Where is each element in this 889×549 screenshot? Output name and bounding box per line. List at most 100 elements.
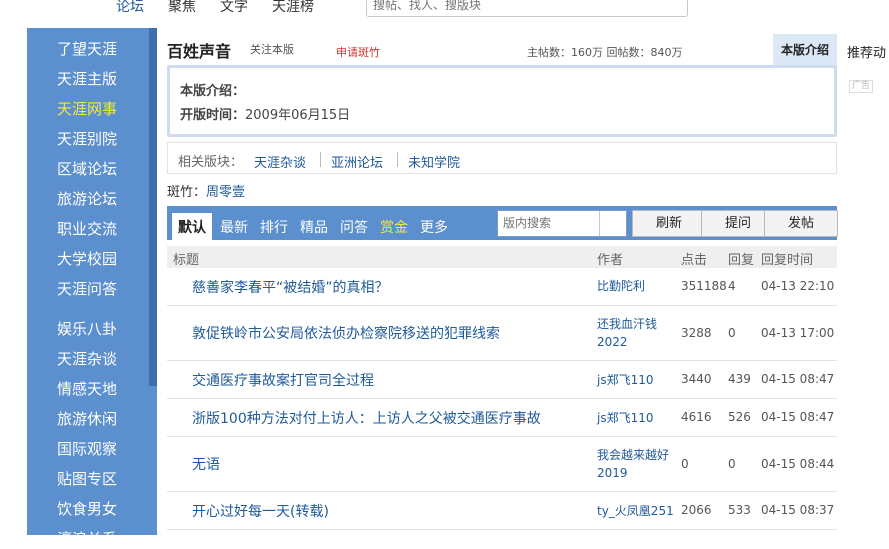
thread-author-link[interactable]: ty_火凤凰251 [597, 502, 677, 520]
nav-focus[interactable]: 聚焦 [168, 0, 196, 16]
divider [320, 152, 321, 167]
thread-toolbar: 默认 最新 排行 精品 问答 赏金 更多 刷新 提问 发帖 [167, 206, 838, 240]
divider [397, 152, 398, 167]
ad-badge: 广告 [849, 80, 874, 93]
sidebar-item-wangshi[interactable]: 天涯网事 [57, 98, 117, 119]
thread-replies: 0 [728, 326, 736, 340]
sidebar-item-gossip[interactable]: 娱乐八卦 [57, 318, 117, 339]
related-board-unknown-college[interactable]: 未知学院 [408, 152, 460, 171]
thread-replies: 439 [728, 372, 751, 386]
board-search-input[interactable] [503, 211, 599, 234]
sidebar-item-regional[interactable]: 区域论坛 [57, 158, 117, 179]
tab-bounty[interactable]: 赏金 [380, 217, 408, 237]
tab-qa[interactable]: 问答 [340, 217, 368, 237]
moderator-label: 斑竹： [167, 185, 207, 200]
table-row: 无语 我会越来越好2019 0 0 04-15 08:44 [167, 437, 837, 492]
sidebar-item-main[interactable]: 天涯主版 [57, 68, 117, 89]
sidebar-item-zatan[interactable]: 天涯杂谈 [57, 348, 117, 369]
thread-title-link[interactable]: 交通医疗事故案打官司全过程 [192, 370, 374, 390]
thread-replies: 4 [728, 279, 736, 293]
thread-title-link[interactable]: 敦促铁岭市公安局依法侦办检察院移送的犯罪线索 [192, 323, 500, 343]
nav-text[interactable]: 文字 [220, 0, 248, 16]
table-row: 交通医疗事故案打官司全过程 js郑飞110 3440 439 04-15 08:… [167, 361, 837, 399]
thread-author-link[interactable]: 还我血汗钱2022 [597, 315, 677, 351]
board-search-box [497, 210, 627, 237]
thread-title-link[interactable]: 开心过好每一天(转载) [192, 501, 329, 521]
thread-reply-time: 04-15 08:47 [761, 410, 835, 424]
sidebar-item-emotion[interactable]: 情感天地 [57, 378, 117, 399]
thread-clicks: 2066 [681, 503, 712, 517]
moderator-name-link[interactable]: 周零壹 [206, 185, 245, 200]
follow-board-link[interactable]: 关注本版 [250, 41, 294, 57]
thread-author-link[interactable]: 我会越来越好2019 [597, 446, 677, 482]
thread-replies: 533 [728, 503, 751, 517]
sidebar-item-career[interactable]: 职业交流 [57, 218, 117, 239]
sidebar-scrollbar[interactable] [149, 28, 157, 386]
thread-author-link[interactable]: 比勤陀利 [597, 277, 677, 295]
col-title: 标题 [173, 253, 200, 268]
thread-author-link[interactable]: js郑飞110 [597, 371, 677, 389]
page-title: 百姓声音 [167, 42, 232, 61]
recommend-heading: 推荐动 [847, 46, 887, 61]
thread-reply-time: 04-15 08:44 [761, 457, 835, 471]
tab-ranking[interactable]: 排行 [260, 217, 288, 237]
intro-label: 本版介绍： [180, 84, 246, 99]
table-row: 浙版100种方法对付上访人：上访人之父被交通医疗事故 js郑飞110 4616 … [167, 399, 837, 437]
tab-latest[interactable]: 最新 [220, 217, 248, 237]
sidebar-item-pictures[interactable]: 贴图专区 [57, 468, 117, 489]
related-label: 相关版块： [178, 155, 244, 170]
top-search-input[interactable] [373, 0, 673, 14]
table-row: 开心过好每一天(转载) ty_火凤凰251 2066 533 04-15 08:… [167, 492, 837, 530]
related-board-zatan[interactable]: 天涯杂谈 [254, 152, 306, 171]
tab-featured[interactable]: 精品 [300, 217, 328, 237]
sidebar-item-bieyuan[interactable]: 天涯别院 [57, 128, 117, 149]
thread-title-link[interactable]: 慈善家李春平“被结婚”的真相？ [192, 277, 389, 297]
table-row: 慈善家李春平“被结婚”的真相？ 比勤陀利 351188 4 04-13 22:1… [167, 268, 837, 306]
top-search-box [366, 0, 688, 17]
top-nav: 论坛 聚焦 文字 天涯榜 [0, 0, 889, 20]
sidebar-item-liaowang[interactable]: 了望天涯 [57, 38, 117, 59]
refresh-button[interactable]: 刷新 [632, 210, 706, 237]
col-replies: 回复 [728, 253, 755, 268]
col-reply-time: 回复时间 [761, 253, 814, 268]
sidebar-item-international[interactable]: 国际观察 [57, 438, 117, 459]
opened-date: 2009年06月15日 [245, 108, 351, 123]
board-stats: 主帖数：160万 回帖数：840万 [527, 46, 683, 59]
thread-title-link[interactable]: 浙版100种方法对付上访人：上访人之父被交通医疗事故 [192, 408, 541, 428]
thread-title-link[interactable]: 无语 [192, 454, 220, 474]
tab-more[interactable]: 更多 [420, 217, 448, 237]
thread-reply-time: 04-13 17:00 [761, 326, 835, 340]
sidebar: 了望天涯 天涯主版 天涯网事 天涯别院 区域论坛 旅游论坛 职业交流 大学校园 … [27, 28, 157, 548]
moderator-line: 斑竹：周零壹 [167, 181, 245, 200]
sidebar-item-relations[interactable]: 濠浪关系 [57, 528, 117, 549]
sidebar-item-travel-forum[interactable]: 旅游论坛 [57, 188, 117, 209]
thread-reply-time: 04-15 08:37 [761, 503, 835, 517]
thread-table-header: 标题 作者 点击 回复 回复时间 [167, 246, 837, 268]
thread-clicks: 3440 [681, 372, 712, 386]
thread-replies: 526 [728, 410, 751, 424]
opened-label: 开版时间： [180, 108, 246, 123]
thread-clicks: 351188 [681, 279, 727, 293]
thread-reply-time: 04-13 22:10 [761, 279, 835, 293]
thread-author-link[interactable]: js郑飞110 [597, 409, 677, 427]
search-divider [599, 211, 600, 236]
thread-reply-time: 04-15 08:47 [761, 372, 835, 386]
col-author: 作者 [597, 253, 624, 268]
opened-date-line: 开版时间：2009年06月15日 [180, 104, 350, 123]
tab-default[interactable]: 默认 [172, 213, 212, 240]
tab-board-intro[interactable]: 本版介绍 [773, 34, 837, 66]
sidebar-item-qa[interactable]: 天涯问答 [57, 278, 117, 299]
sidebar-item-leisure[interactable]: 旅游休闲 [57, 408, 117, 429]
related-board-asia[interactable]: 亚洲论坛 [331, 152, 383, 171]
sidebar-item-campus[interactable]: 大学校园 [57, 248, 117, 269]
board-intro-panel: 本版介绍： 开版时间：2009年06月15日 [167, 65, 837, 137]
apply-moderator-link[interactable]: 申请斑竹 [336, 44, 380, 60]
nav-ranking[interactable]: 天涯榜 [272, 0, 314, 16]
nav-forum[interactable]: 论坛 [116, 0, 144, 16]
thread-clicks: 3288 [681, 326, 712, 340]
thread-replies: 0 [728, 457, 736, 471]
col-clicks: 点击 [681, 253, 708, 268]
post-button[interactable]: 发帖 [764, 210, 838, 237]
table-row: 敦促铁岭市公安局依法侦办检察院移送的犯罪线索 还我血汗钱2022 3288 0 … [167, 306, 837, 361]
sidebar-item-food[interactable]: 饮食男女 [57, 498, 117, 519]
